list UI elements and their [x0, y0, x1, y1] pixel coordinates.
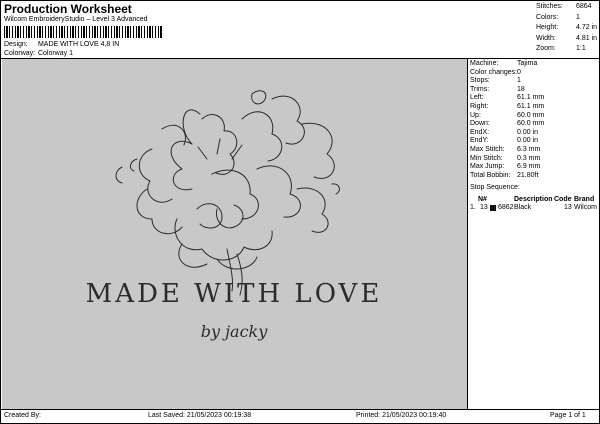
detail-trims: Trims: 18 [470, 85, 525, 93]
detail-right: Right: 61.1 mm [470, 102, 545, 110]
col-description: Description [514, 196, 553, 203]
created-by: Created By: [4, 412, 41, 419]
design-row: Design: MADE WITH LOVE 4,8 IN [4, 41, 119, 48]
page-number: Page 1 of 1 [550, 412, 586, 419]
detail-up: Up: 60.0 mm [470, 111, 545, 119]
detail-total-bobbin: Total Bobbin: 21.80ft [470, 171, 539, 179]
colorway-value: Colorway 1 [37, 50, 73, 57]
colorway-row: Colorway: Colorway 1 [4, 50, 73, 57]
last-saved: Last Saved: 21/05/2023 00:19:38 [148, 412, 252, 419]
detail-stops: Stops: 1 [470, 77, 521, 85]
machine-details: Machine: Tajima Color changes:0 Stops: 1 T… [470, 60, 544, 180]
design-value: MADE WITH LOVE 4,8 IN [37, 41, 120, 48]
stat-height: Height: 4.72 in [536, 24, 598, 31]
thread-color-swatch [490, 205, 496, 211]
panel-divider [467, 59, 468, 409]
embroidery-artwork: MADE WITH LOVE by jacky [86, 90, 383, 341]
flower-bouquet [115, 90, 340, 296]
col-brand: Brand [574, 196, 595, 203]
detail-color-changes: Color changes:0 [470, 68, 521, 76]
design-preview: MADE WITH LOVE by jacky [2, 59, 467, 409]
artwork-signature: by jacky [201, 322, 269, 341]
design-barcode [4, 26, 162, 38]
detail-left: Left: 61.1 mm [470, 94, 545, 102]
col-code: Code [554, 196, 572, 203]
page-title: Production Worksheet [4, 2, 132, 16]
col-n: N# [478, 196, 487, 203]
detail-machine: Machine: Tajima [470, 60, 538, 67]
stop-sequence-title: Stop Sequence: [470, 184, 520, 191]
summary-stats: Stitches: 6864 Colors: 1 Height: 4.72 in Wi… [536, 3, 597, 56]
footer-divider [0, 409, 600, 410]
detail-endy: EndY: 0.00 in [470, 137, 539, 145]
design-label: Design: [4, 41, 28, 48]
detail-max-jump: Max Jump: 6.9 mm [470, 163, 541, 171]
detail-max-stitch: Max Stitch: 6.3 mm [470, 145, 541, 153]
stat-stitches: Stitches: 6864 [536, 3, 592, 10]
colorway-label: Colorway: [4, 50, 36, 57]
stat-zoom: Zoom: 1:1 [536, 45, 586, 52]
software-subtitle: Wilcom EmbroideryStudio – Level 3 Advanc… [4, 16, 148, 23]
detail-down: Down: 60.0 mm [470, 120, 545, 128]
detail-endx: EndX: 0.00 in [470, 128, 539, 136]
artwork-title: MADE WITH LOVE [86, 279, 383, 309]
detail-min-stitch: Min Stitch: 0.3 mm [470, 154, 541, 162]
stat-width: Width: 4.81 in [536, 34, 598, 42]
printed-date: Printed: 21/05/2023 00:19:40 [356, 412, 447, 419]
stat-colors: Colors: 1 [536, 13, 580, 21]
